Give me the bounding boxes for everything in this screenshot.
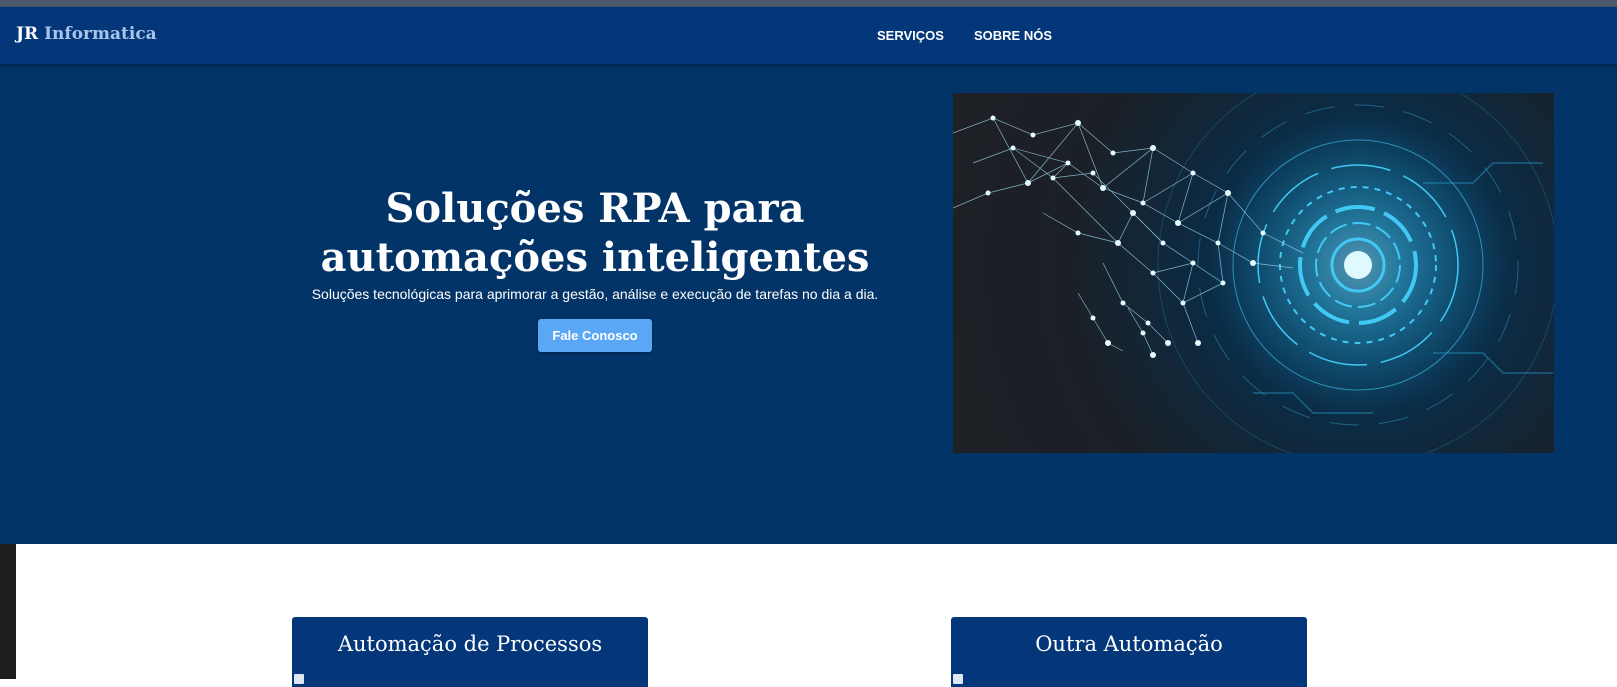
browser-top-strip [0, 0, 1617, 7]
service-card-outra-automacao: Outra Automação [951, 617, 1307, 687]
card-image-icon [953, 674, 963, 684]
hero-text-block: Soluções RPA para automações inteligente… [290, 184, 900, 352]
hero-subtitle: Soluções tecnológicas para aprimorar a g… [311, 286, 879, 302]
contact-button[interactable]: Fale Conosco [538, 319, 652, 352]
hero-section: Soluções RPA para automações inteligente… [0, 64, 1617, 544]
nav-link-servicos[interactable]: SERVIÇOS [877, 28, 944, 43]
hero-title: Soluções RPA para automações inteligente… [320, 185, 870, 281]
nav-link-sobre-nos[interactable]: SOBRE NÓS [974, 28, 1052, 43]
card-image-icon [294, 674, 304, 684]
brand-logo[interactable]: JR Informatica [16, 24, 157, 44]
card-title: Automação de Processos [337, 632, 603, 656]
left-dark-strip [0, 544, 16, 679]
service-card-automacao-processos: Automação de Processos [292, 617, 648, 687]
robot-hand-illustration [953, 93, 1554, 453]
brand-name-part1: JR [16, 24, 39, 44]
hero-image-robot-hand [953, 93, 1554, 453]
navbar: JR Informatica SERVIÇOS SOBRE NÓS [0, 7, 1617, 64]
card-title: Outra Automação [1035, 632, 1223, 656]
brand-name-part2: Informatica [44, 24, 157, 44]
